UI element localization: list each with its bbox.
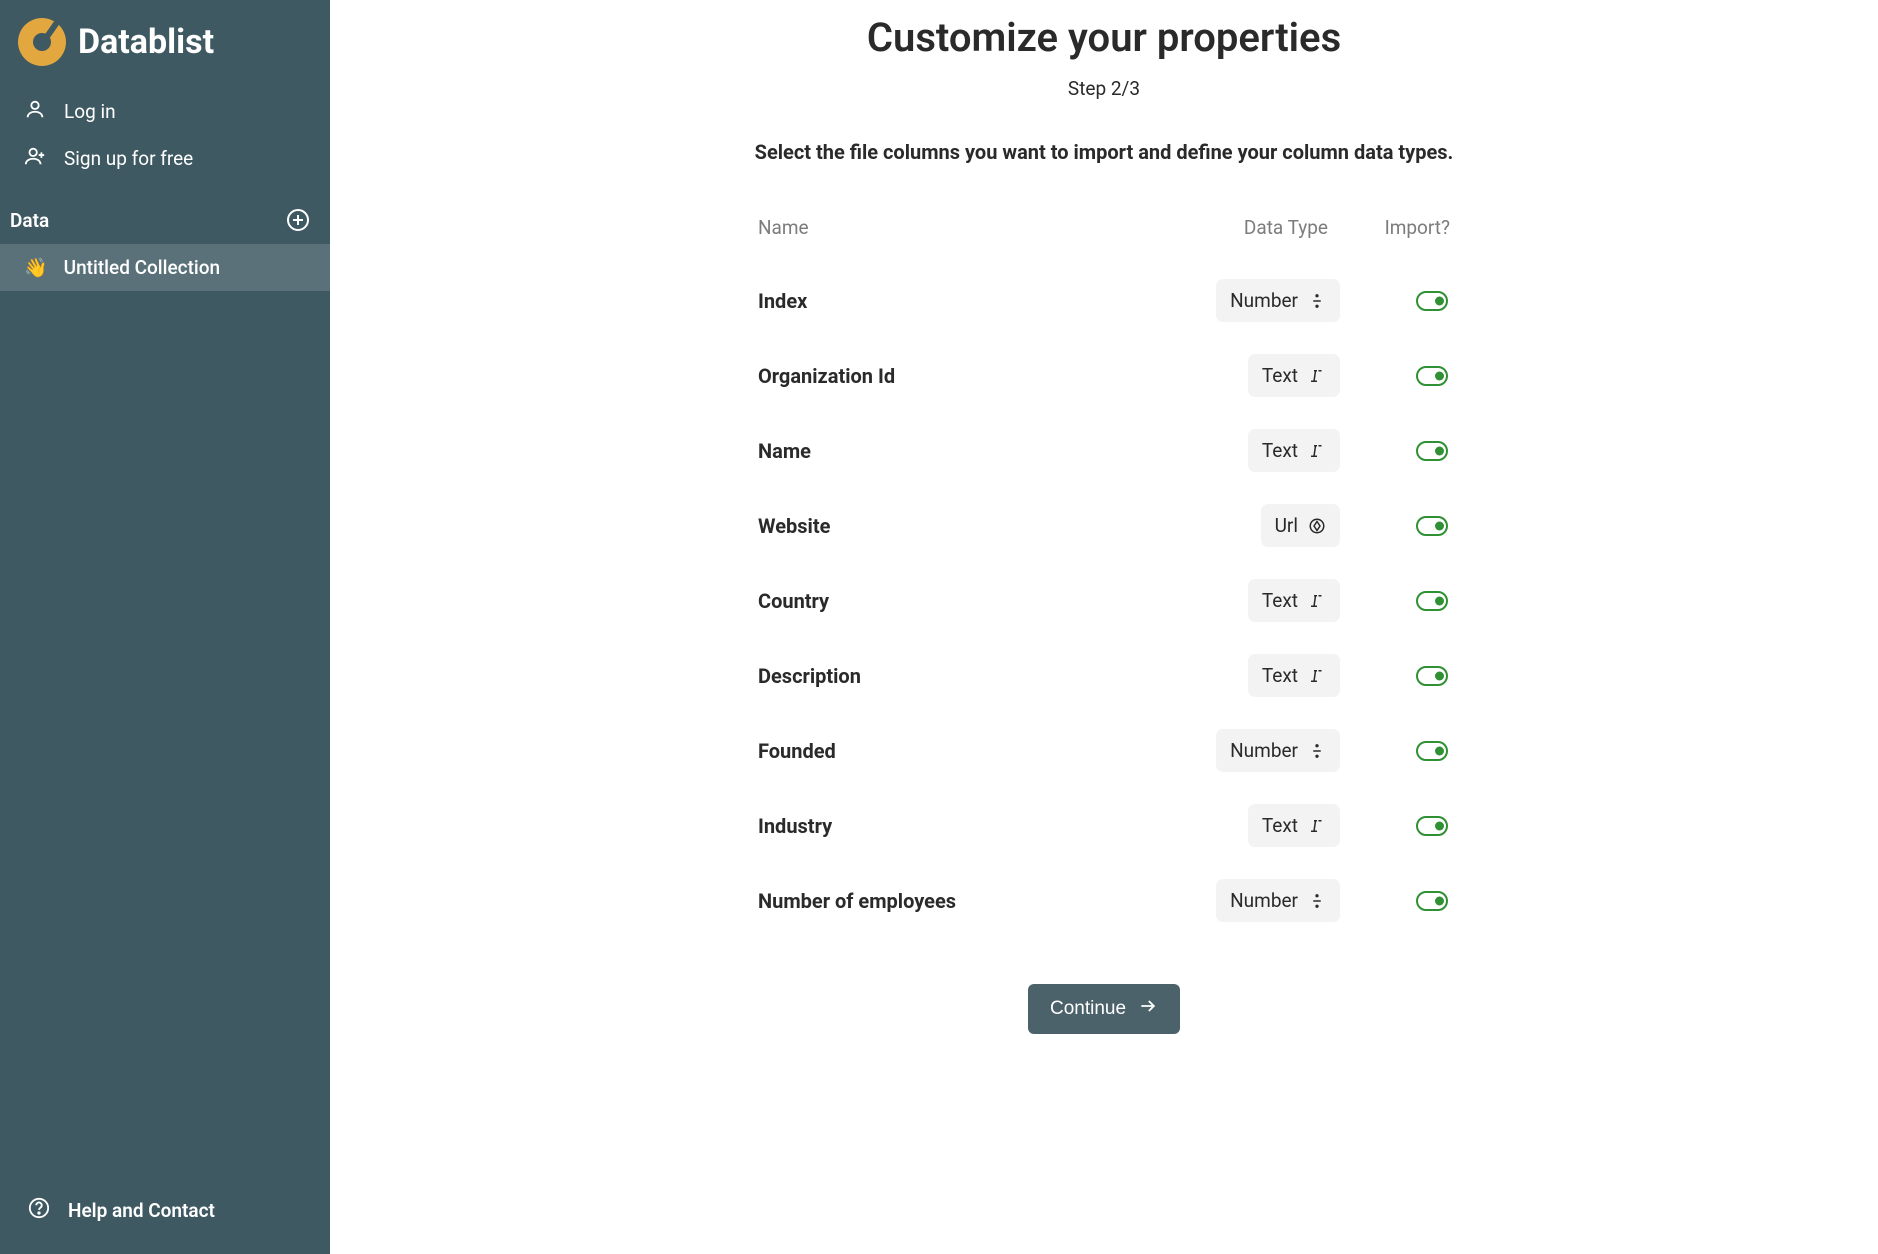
collection-item[interactable]: 👋 Untitled Collection [0, 244, 330, 291]
property-name: Country [758, 589, 1130, 613]
property-row: Description Text [754, 638, 1454, 713]
add-collection-button[interactable] [284, 206, 312, 234]
sidebar: Datablist Log in Sign up for free Data 👋… [0, 0, 330, 1254]
property-name: Organization Id [758, 364, 1130, 388]
text-type-icon [1308, 367, 1326, 385]
help-link[interactable]: Help and Contact [0, 1181, 330, 1254]
import-toggle[interactable] [1416, 441, 1448, 461]
th-name: Name [758, 216, 1130, 239]
datatype-selector[interactable]: Text [1248, 654, 1340, 697]
text-type-icon [1308, 667, 1326, 685]
datatype-label: Url [1275, 514, 1298, 537]
datatype-label: Text [1262, 664, 1298, 687]
property-name: Number of employees [758, 889, 1130, 913]
property-row: Industry Text [754, 788, 1454, 863]
property-row: Number of employees Number [754, 863, 1454, 938]
property-row: Index Number [754, 263, 1454, 338]
property-name: Description [758, 664, 1130, 688]
properties-table: Name Data Type Import? Index Number Organi… [754, 216, 1454, 938]
help-label: Help and Contact [68, 1199, 215, 1222]
table-header: Name Data Type Import? [754, 216, 1454, 263]
signup-link[interactable]: Sign up for free [0, 135, 330, 182]
datatype-label: Text [1262, 439, 1298, 462]
datatype-label: Number [1230, 289, 1298, 312]
text-type-icon [1308, 592, 1326, 610]
import-toggle[interactable] [1416, 891, 1448, 911]
continue-button[interactable]: Continue [1028, 984, 1180, 1034]
property-name: Name [758, 439, 1130, 463]
import-toggle[interactable] [1416, 816, 1448, 836]
text-type-icon [1308, 442, 1326, 460]
property-row: Organization Id Text [754, 338, 1454, 413]
property-name: Founded [758, 739, 1130, 763]
import-toggle[interactable] [1416, 366, 1448, 386]
property-row: Founded Number [754, 713, 1454, 788]
page-title: Customize your properties [867, 14, 1341, 61]
user-icon [24, 98, 46, 125]
datatype-label: Number [1230, 889, 1298, 912]
import-toggle[interactable] [1416, 591, 1448, 611]
datatype-label: Text [1262, 364, 1298, 387]
import-toggle[interactable] [1416, 291, 1448, 311]
step-indicator: Step 2/3 [1068, 77, 1140, 100]
login-label: Log in [64, 100, 116, 123]
user-plus-icon [24, 145, 46, 172]
help-circle-icon [28, 1197, 50, 1224]
property-row: Country Text [754, 563, 1454, 638]
data-section-label: Data [10, 209, 49, 232]
property-row: Name Text [754, 413, 1454, 488]
number-type-icon [1308, 292, 1326, 310]
brand-name: Datablist [78, 22, 214, 62]
number-type-icon [1308, 892, 1326, 910]
collection-label: Untitled Collection [64, 256, 220, 279]
th-import: Import? [1340, 216, 1450, 239]
datatype-label: Text [1262, 589, 1298, 612]
logo-icon [18, 18, 66, 66]
datatype-selector[interactable]: Url [1261, 504, 1340, 547]
signup-label: Sign up for free [64, 147, 193, 170]
wave-icon: 👋 [24, 256, 48, 279]
property-row: Website Url [754, 488, 1454, 563]
continue-label: Continue [1050, 998, 1126, 1020]
text-type-icon [1308, 817, 1326, 835]
arrow-right-icon [1138, 996, 1158, 1022]
datatype-selector[interactable]: Text [1248, 429, 1340, 472]
property-name: Index [758, 289, 1130, 313]
url-type-icon [1308, 517, 1326, 535]
login-link[interactable]: Log in [0, 88, 330, 135]
datatype-selector[interactable]: Number [1216, 729, 1340, 772]
property-name: Industry [758, 814, 1130, 838]
datatype-label: Text [1262, 814, 1298, 837]
datatype-label: Number [1230, 739, 1298, 762]
import-toggle[interactable] [1416, 516, 1448, 536]
page-subtitle: Select the file columns you want to impo… [755, 140, 1454, 164]
import-toggle[interactable] [1416, 666, 1448, 686]
datatype-selector[interactable]: Text [1248, 579, 1340, 622]
data-section-header: Data [0, 196, 330, 244]
datatype-selector[interactable]: Number [1216, 279, 1340, 322]
import-toggle[interactable] [1416, 741, 1448, 761]
datatype-selector[interactable]: Text [1248, 804, 1340, 847]
datatype-selector[interactable]: Number [1216, 879, 1340, 922]
property-name: Website [758, 514, 1130, 538]
th-datatype: Data Type [1130, 216, 1340, 239]
datatype-selector[interactable]: Text [1248, 354, 1340, 397]
brand-logo[interactable]: Datablist [0, 0, 330, 88]
number-type-icon [1308, 742, 1326, 760]
main-content: Customize your properties Step 2/3 Selec… [330, 0, 1878, 1254]
